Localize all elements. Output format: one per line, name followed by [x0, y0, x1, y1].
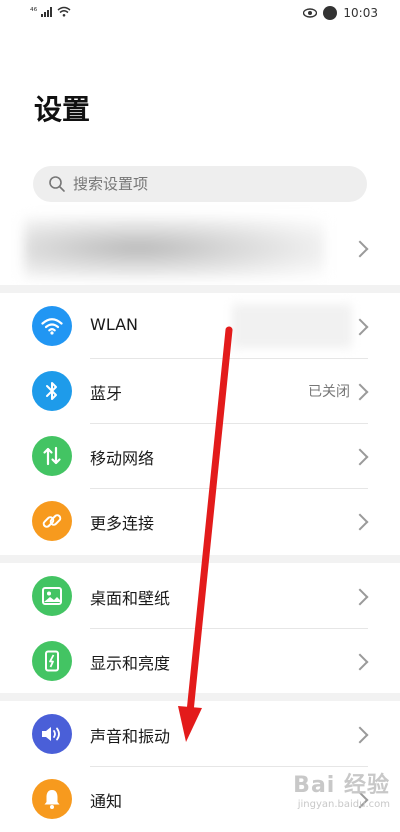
chevron-right-icon	[351, 318, 369, 336]
settings-item-label: 蓝牙	[90, 384, 123, 403]
chevron-right-icon	[351, 588, 369, 606]
watermark-sub: jingyan.baidu.com	[297, 799, 390, 810]
signal-text: ⁴⁶	[30, 6, 38, 17]
status-time: 10:03	[343, 6, 378, 20]
settings-item-label: WLAN	[90, 315, 139, 334]
chevron-right-icon	[351, 726, 369, 744]
signal-icon	[41, 6, 53, 17]
wifi-status-icon	[57, 6, 71, 17]
status-left: ⁴⁶	[30, 6, 71, 17]
wlan-value-blurred	[232, 304, 352, 348]
wallpaper-icon	[32, 576, 72, 616]
settings-item-wlan[interactable]: WLAN	[0, 294, 400, 359]
eye-icon	[303, 8, 318, 18]
settings-item-label: 移动网络	[90, 449, 155, 468]
status-bar: ⁴⁶ 10:03	[0, 0, 400, 28]
link-icon	[32, 501, 72, 541]
account-blurred-area	[24, 218, 324, 278]
watermark: Bai 经验 jingyan.baidu.com	[293, 767, 390, 810]
account-row[interactable]	[0, 214, 400, 282]
chevron-right-icon	[351, 383, 369, 401]
sound-icon	[32, 714, 72, 754]
group-separator	[0, 285, 400, 293]
settings-item-label: 显示和亮度	[90, 654, 171, 673]
settings-item-wallpaper[interactable]: 桌面和壁纸	[0, 564, 400, 629]
search-input[interactable]	[71, 174, 335, 194]
status-right: 10:03	[303, 6, 378, 20]
chevron-right-icon	[351, 448, 369, 466]
group-separator	[0, 555, 400, 563]
battery-icon	[323, 6, 338, 20]
settings-item-bluetooth[interactable]: 蓝牙 已关闭	[0, 359, 400, 424]
display-icon	[32, 641, 72, 681]
search-icon	[49, 176, 65, 192]
chevron-right-icon	[351, 653, 369, 671]
bell-icon	[32, 779, 72, 819]
settings-item-label: 更多连接	[90, 514, 155, 533]
settings-item-display[interactable]: 显示和亮度	[0, 629, 400, 694]
settings-item-label: 桌面和壁纸	[90, 589, 171, 608]
search-bar[interactable]	[33, 166, 367, 202]
settings-item-sound[interactable]: 声音和振动	[0, 702, 400, 767]
watermark-main: Bai 经验	[293, 773, 390, 798]
page-title: 设置	[34, 93, 91, 126]
chevron-right-icon	[351, 513, 369, 531]
wifi-icon	[32, 306, 72, 346]
settings-item-label: 声音和振动	[90, 727, 171, 746]
mobile-data-icon	[32, 436, 72, 476]
chevron-right-icon	[351, 240, 369, 258]
settings-item-value: 已关闭	[308, 384, 350, 400]
group-separator	[0, 693, 400, 701]
settings-item-mobile-network[interactable]: 移动网络	[0, 424, 400, 489]
bluetooth-icon	[32, 371, 72, 411]
settings-item-more-connections[interactable]: 更多连接	[0, 489, 400, 554]
settings-item-label: 通知	[90, 792, 123, 811]
